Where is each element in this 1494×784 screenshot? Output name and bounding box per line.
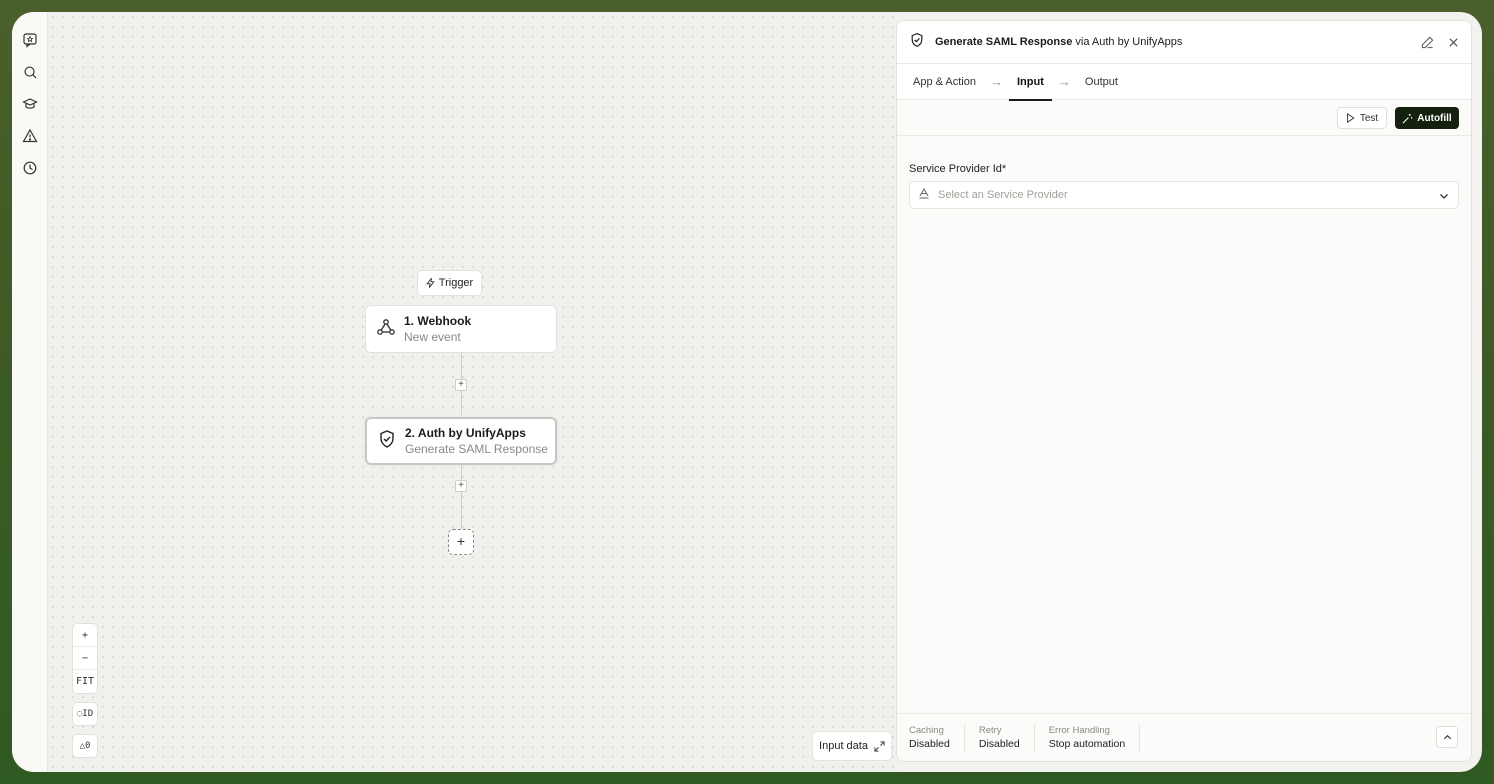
connector-line (461, 465, 462, 480)
workflow-canvas[interactable]: Trigger 1. Webhook New event + 2. Auth b… (48, 12, 898, 772)
left-sidebar (12, 12, 48, 772)
setting-value: Stop automation (1048, 737, 1126, 750)
setting-label: Error Handling (1048, 724, 1110, 736)
magic-wand-icon (1402, 113, 1413, 123)
history-icon[interactable] (20, 158, 40, 178)
test-label: Test (1359, 112, 1379, 124)
play-icon (1346, 113, 1355, 123)
panel-toolbar: Test Autofill (897, 100, 1471, 136)
zoom-in-button[interactable]: + (73, 624, 97, 647)
shield-check-icon (377, 429, 397, 454)
arrow-right-icon: → (1057, 74, 1071, 89)
chevron-down-icon (1438, 189, 1450, 207)
node-subtitle: Generate SAML Response (405, 441, 548, 456)
tab-input[interactable]: Input (1009, 64, 1052, 101)
panel-title-app: via Auth by UnifyApps (1075, 36, 1183, 48)
service-provider-placeholder: Select an Service Provider (938, 189, 1068, 201)
workflow-node-webhook[interactable]: 1. Webhook New event (365, 305, 557, 353)
node-title: 2. Auth by UnifyApps (405, 425, 526, 440)
app-frame: Trigger 1. Webhook New event + 2. Auth b… (12, 12, 1482, 772)
chat-star-icon[interactable] (20, 30, 40, 50)
text-type-icon (918, 186, 930, 204)
tab-output[interactable]: Output (1085, 64, 1118, 100)
expand-icon (874, 740, 885, 752)
panel-header: Generate SAML Response via Auth by Unify… (897, 21, 1471, 64)
step-config-panel: Generate SAML Response via Auth by Unify… (896, 20, 1472, 762)
setting-value: Disabled (978, 737, 1020, 750)
graduation-cap-icon[interactable] (20, 94, 40, 114)
step-tabs: App & Action → Input → Output (897, 64, 1471, 101)
webhook-icon (376, 317, 396, 342)
workflow-node-auth[interactable]: 2. Auth by UnifyApps Generate SAML Respo… (365, 417, 557, 465)
step-settings-footer: Caching Disabled Retry Disabled Error Ha… (897, 713, 1471, 761)
add-step-button[interactable]: + (455, 480, 467, 492)
warnings-count: 0 (85, 741, 91, 751)
tab-app-action[interactable]: App & Action (913, 64, 976, 100)
add-step-button[interactable]: + (455, 379, 467, 391)
zoom-fit-button[interactable]: FIT (73, 670, 97, 693)
id-toggle-button[interactable]: ◌ID (72, 702, 98, 726)
service-provider-label: Service Provider Id* (909, 163, 1007, 175)
trigger-badge: Trigger (417, 270, 482, 296)
warning-icon[interactable] (20, 126, 40, 146)
warnings-button[interactable]: △0 (72, 734, 98, 758)
test-button[interactable]: Test (1337, 107, 1387, 129)
autofill-button[interactable]: Autofill (1395, 107, 1459, 129)
expand-settings-button[interactable] (1436, 726, 1458, 748)
setting-label: Caching (909, 724, 944, 736)
service-provider-select[interactable]: Select an Service Provider (909, 181, 1459, 209)
panel-title-action: Generate SAML Response (935, 36, 1073, 48)
arrow-right-icon: → (990, 74, 1003, 89)
setting-value: Disabled (909, 737, 950, 750)
node-title: 1. Webhook (404, 313, 472, 328)
zoom-controls: + − FIT (72, 623, 98, 694)
input-data-label: Input data (819, 740, 868, 752)
zoom-out-button[interactable]: − (73, 647, 97, 670)
connector-line (461, 391, 462, 418)
chevron-up-icon (1443, 734, 1451, 739)
setting-label: Retry (978, 724, 1002, 736)
edit-icon[interactable] (1419, 34, 1435, 50)
close-icon[interactable] (1445, 34, 1461, 50)
trigger-label: Trigger (438, 277, 474, 289)
retry-setting[interactable]: Retry Disabled (978, 723, 1035, 752)
add-final-step-button[interactable]: + (448, 529, 474, 555)
autofill-label: Autofill (1417, 112, 1452, 124)
error-handling-setting[interactable]: Error Handling Stop automation (1048, 723, 1141, 752)
caching-setting[interactable]: Caching Disabled (909, 723, 965, 752)
search-icon[interactable] (20, 62, 40, 82)
input-data-button[interactable]: Input data (812, 731, 892, 761)
bolt-icon (426, 278, 435, 288)
id-toggle-label: ID (82, 709, 94, 719)
panel-title: Generate SAML Response via Auth by Unify… (935, 36, 1182, 48)
connector-line (461, 492, 462, 529)
node-subtitle: New event (404, 329, 461, 344)
shield-check-icon (909, 32, 925, 53)
